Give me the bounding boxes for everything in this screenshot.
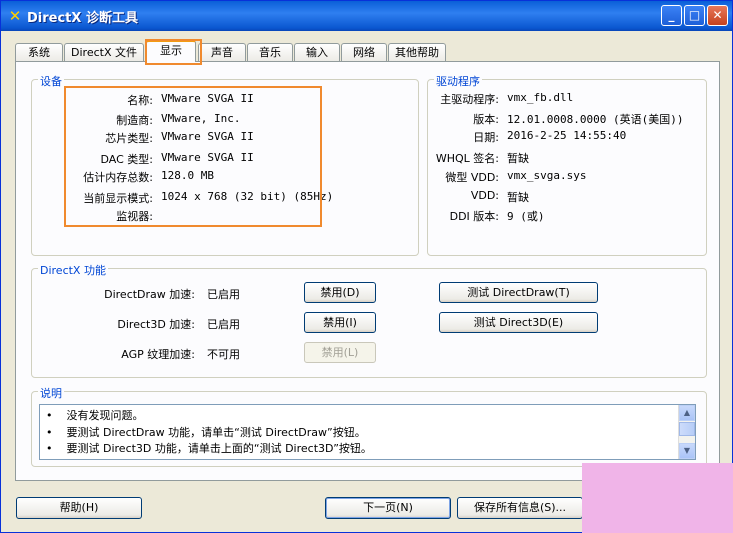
note-item-3: • 要测试 Direct3D 功能，请单击上面的“测试 Direct3D”按钮。: [46, 440, 372, 456]
note-text-3: 要测试 Direct3D 功能，请单击上面的“测试 Direct3D”按钮。: [66, 442, 372, 455]
driver-date-value: 2016-2-25 14:55:40: [507, 129, 627, 142]
notes-scrollbar[interactable]: ▲ ▼: [678, 405, 695, 459]
notes-textbox[interactable]: • 没有发现问题。 • 要测试 DirectDraw 功能，请单击“测试 Dir…: [39, 404, 696, 460]
bullet-icon: •: [46, 426, 53, 439]
scroll-thumb[interactable]: [679, 422, 695, 436]
device-highlight-annotation: [64, 86, 322, 227]
test-direct3d-button[interactable]: 测试 Direct3D(E): [439, 312, 598, 333]
device-group-label: 设备: [38, 73, 64, 89]
tab-input[interactable]: 输入: [294, 43, 340, 61]
tab-music[interactable]: 音乐: [247, 43, 293, 61]
note-text-1: 没有发现问题。: [66, 409, 144, 422]
driver-main-label: 主驱动程序:: [440, 93, 499, 106]
save-all-info-button[interactable]: 保存所有信息(S)...: [457, 497, 583, 519]
driver-ddi-label: DDI 版本:: [449, 210, 499, 223]
direct3d-accel-value: 已启用: [207, 318, 240, 331]
minimize-button[interactable]: _: [661, 5, 682, 26]
close-button[interactable]: ✕: [707, 5, 728, 26]
driver-vdd-label: VDD:: [470, 189, 499, 202]
direct3d-accel-label: Direct3D 加速:: [117, 318, 195, 331]
title-bar[interactable]: ✕ DirectX 诊断工具 _ □ ✕: [1, 1, 732, 31]
directx-features-group-label: DirectX 功能: [38, 262, 108, 278]
driver-whql-label: WHQL 签名:: [435, 152, 499, 165]
driver-whql-value: 暂缺: [507, 152, 529, 165]
scroll-down-arrow-icon[interactable]: ▼: [679, 443, 695, 459]
scroll-up-arrow-icon[interactable]: ▲: [679, 405, 695, 421]
directdraw-accel-label: DirectDraw 加速:: [104, 288, 195, 301]
driver-mini-vdd-value: vmx_svga.sys: [507, 169, 587, 182]
notes-group-label: 说明: [38, 385, 64, 401]
tab-highlight-annotation: [145, 39, 202, 65]
driver-mini-vdd-label: 微型 VDD:: [445, 171, 499, 184]
disable-agp-button[interactable]: 禁用(L): [304, 342, 376, 363]
help-button[interactable]: 帮助(H): [16, 497, 142, 519]
disable-directdraw-button[interactable]: 禁用(D): [304, 282, 376, 303]
agp-accel-value: 不可用: [207, 348, 240, 361]
disable-direct3d-button[interactable]: 禁用(I): [304, 312, 376, 333]
bullet-icon: •: [46, 409, 53, 422]
maximize-button[interactable]: □: [684, 5, 705, 26]
driver-ddi-value: 9 (或): [507, 210, 545, 223]
driver-vdd-value: 暂缺: [507, 191, 529, 204]
driver-version-label: 版本:: [473, 113, 499, 126]
tab-directx-files[interactable]: DirectX 文件: [64, 43, 144, 61]
driver-main-value: vmx_fb.dll: [507, 91, 574, 104]
tab-more-help[interactable]: 其他帮助: [388, 43, 446, 61]
test-directdraw-button[interactable]: 测试 DirectDraw(T): [439, 282, 598, 303]
note-item-1: • 没有发现问题。: [46, 407, 144, 423]
pink-overlay-patch: [582, 463, 733, 533]
agp-accel-label: AGP 纹理加速:: [121, 348, 195, 361]
window-title: DirectX 诊断工具: [27, 11, 138, 26]
tab-system[interactable]: 系统: [15, 43, 63, 61]
directdraw-accel-value: 已启用: [207, 288, 240, 301]
tab-network[interactable]: 网络: [341, 43, 387, 61]
directx-x-icon: ✕: [8, 7, 22, 25]
tab-sound[interactable]: 声音: [198, 43, 246, 61]
note-item-2: • 要测试 DirectDraw 功能，请单击“测试 DirectDraw”按钮…: [46, 424, 366, 440]
driver-group-label: 驱动程序: [434, 73, 482, 89]
note-text-2: 要测试 DirectDraw 功能，请单击“测试 DirectDraw”按钮。: [66, 426, 366, 439]
next-page-button[interactable]: 下一页(N): [325, 497, 451, 519]
bullet-icon: •: [46, 442, 53, 455]
dxdiag-window: ✕ DirectX 诊断工具 _ □ ✕ 系统 DirectX 文件 显示 声音…: [0, 0, 733, 533]
driver-version-value: 12.01.0008.0000 (英语(美国)): [507, 113, 684, 126]
driver-date-label: 日期:: [473, 131, 499, 144]
